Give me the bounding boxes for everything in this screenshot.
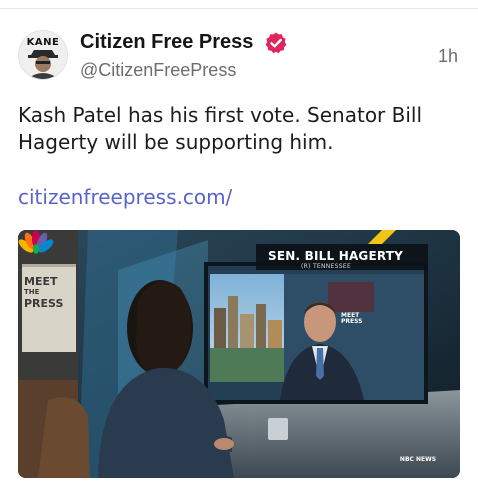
lower-third-state: (R) TENNESSEE	[301, 263, 352, 270]
post-text: Kash Patel has his first vote. Senator B…	[18, 103, 423, 154]
post-card[interactable]: KANE Citizen Free Press @CitizenFreePres…	[0, 0, 478, 500]
network-label: NBC NEWS	[399, 456, 437, 463]
avatar[interactable]: KANE	[18, 30, 68, 80]
peacock-icon	[18, 230, 54, 254]
user-handle[interactable]: @CitizenFreePress	[80, 60, 236, 81]
lower-third-name: SEN. BILL HAGERTY	[268, 249, 404, 263]
verified-badge-icon	[265, 32, 287, 54]
inset-logo-line: PRESS	[341, 318, 363, 325]
set-logo-line: PRESS	[24, 297, 64, 310]
post-timestamp[interactable]: 1h	[438, 46, 458, 67]
avatar-label: KANE	[26, 37, 60, 48]
display-name[interactable]: Citizen Free Press	[80, 31, 253, 54]
post-link[interactable]: citizenfreepress.com/	[18, 185, 232, 209]
video-frame-illustration	[18, 230, 460, 478]
set-logo-line: MEET	[24, 275, 58, 288]
video-thumbnail[interactable]: SEN. BILL HAGERTY (R) TENNESSEE MEET THE…	[18, 230, 460, 478]
set-logo: MEET THE PRESS	[24, 276, 74, 309]
inset-logo: MEET PRESS	[341, 313, 371, 325]
divider	[0, 8, 478, 9]
